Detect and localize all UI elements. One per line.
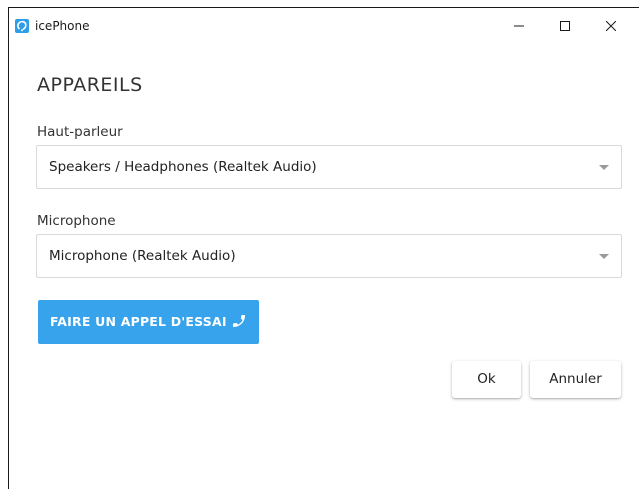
dialog-window: icePhone APPAREILS Haut-parleur Speakers…: [8, 7, 639, 489]
chevron-down-icon: [599, 254, 609, 259]
close-button[interactable]: [588, 8, 634, 44]
minimize-button[interactable]: [496, 8, 542, 44]
title-bar[interactable]: icePhone: [9, 8, 639, 44]
cancel-button[interactable]: Annuler: [530, 361, 621, 398]
speaker-label: Haut-parleur: [37, 124, 123, 140]
speaker-select[interactable]: Speakers / Headphones (Realtek Audio): [36, 145, 622, 189]
window-title: icePhone: [35, 19, 90, 33]
maximize-icon: [560, 21, 570, 31]
phone-icon: [233, 315, 245, 327]
page-title: APPAREILS: [37, 74, 143, 96]
app-logo-icon: [15, 19, 29, 33]
microphone-select[interactable]: Microphone (Realtek Audio): [36, 234, 622, 278]
close-icon: [606, 21, 616, 31]
ok-button[interactable]: Ok: [452, 361, 521, 398]
test-call-button[interactable]: FAIRE UN APPEL D'ESSAI: [38, 300, 259, 344]
microphone-select-value: Microphone (Realtek Audio): [49, 248, 236, 264]
speaker-select-value: Speakers / Headphones (Realtek Audio): [49, 159, 317, 175]
chevron-down-icon: [599, 165, 609, 170]
maximize-button[interactable]: [542, 8, 588, 44]
microphone-label: Microphone: [37, 213, 116, 229]
minimize-icon: [514, 25, 524, 27]
test-call-label: FAIRE UN APPEL D'ESSAI: [50, 314, 227, 329]
